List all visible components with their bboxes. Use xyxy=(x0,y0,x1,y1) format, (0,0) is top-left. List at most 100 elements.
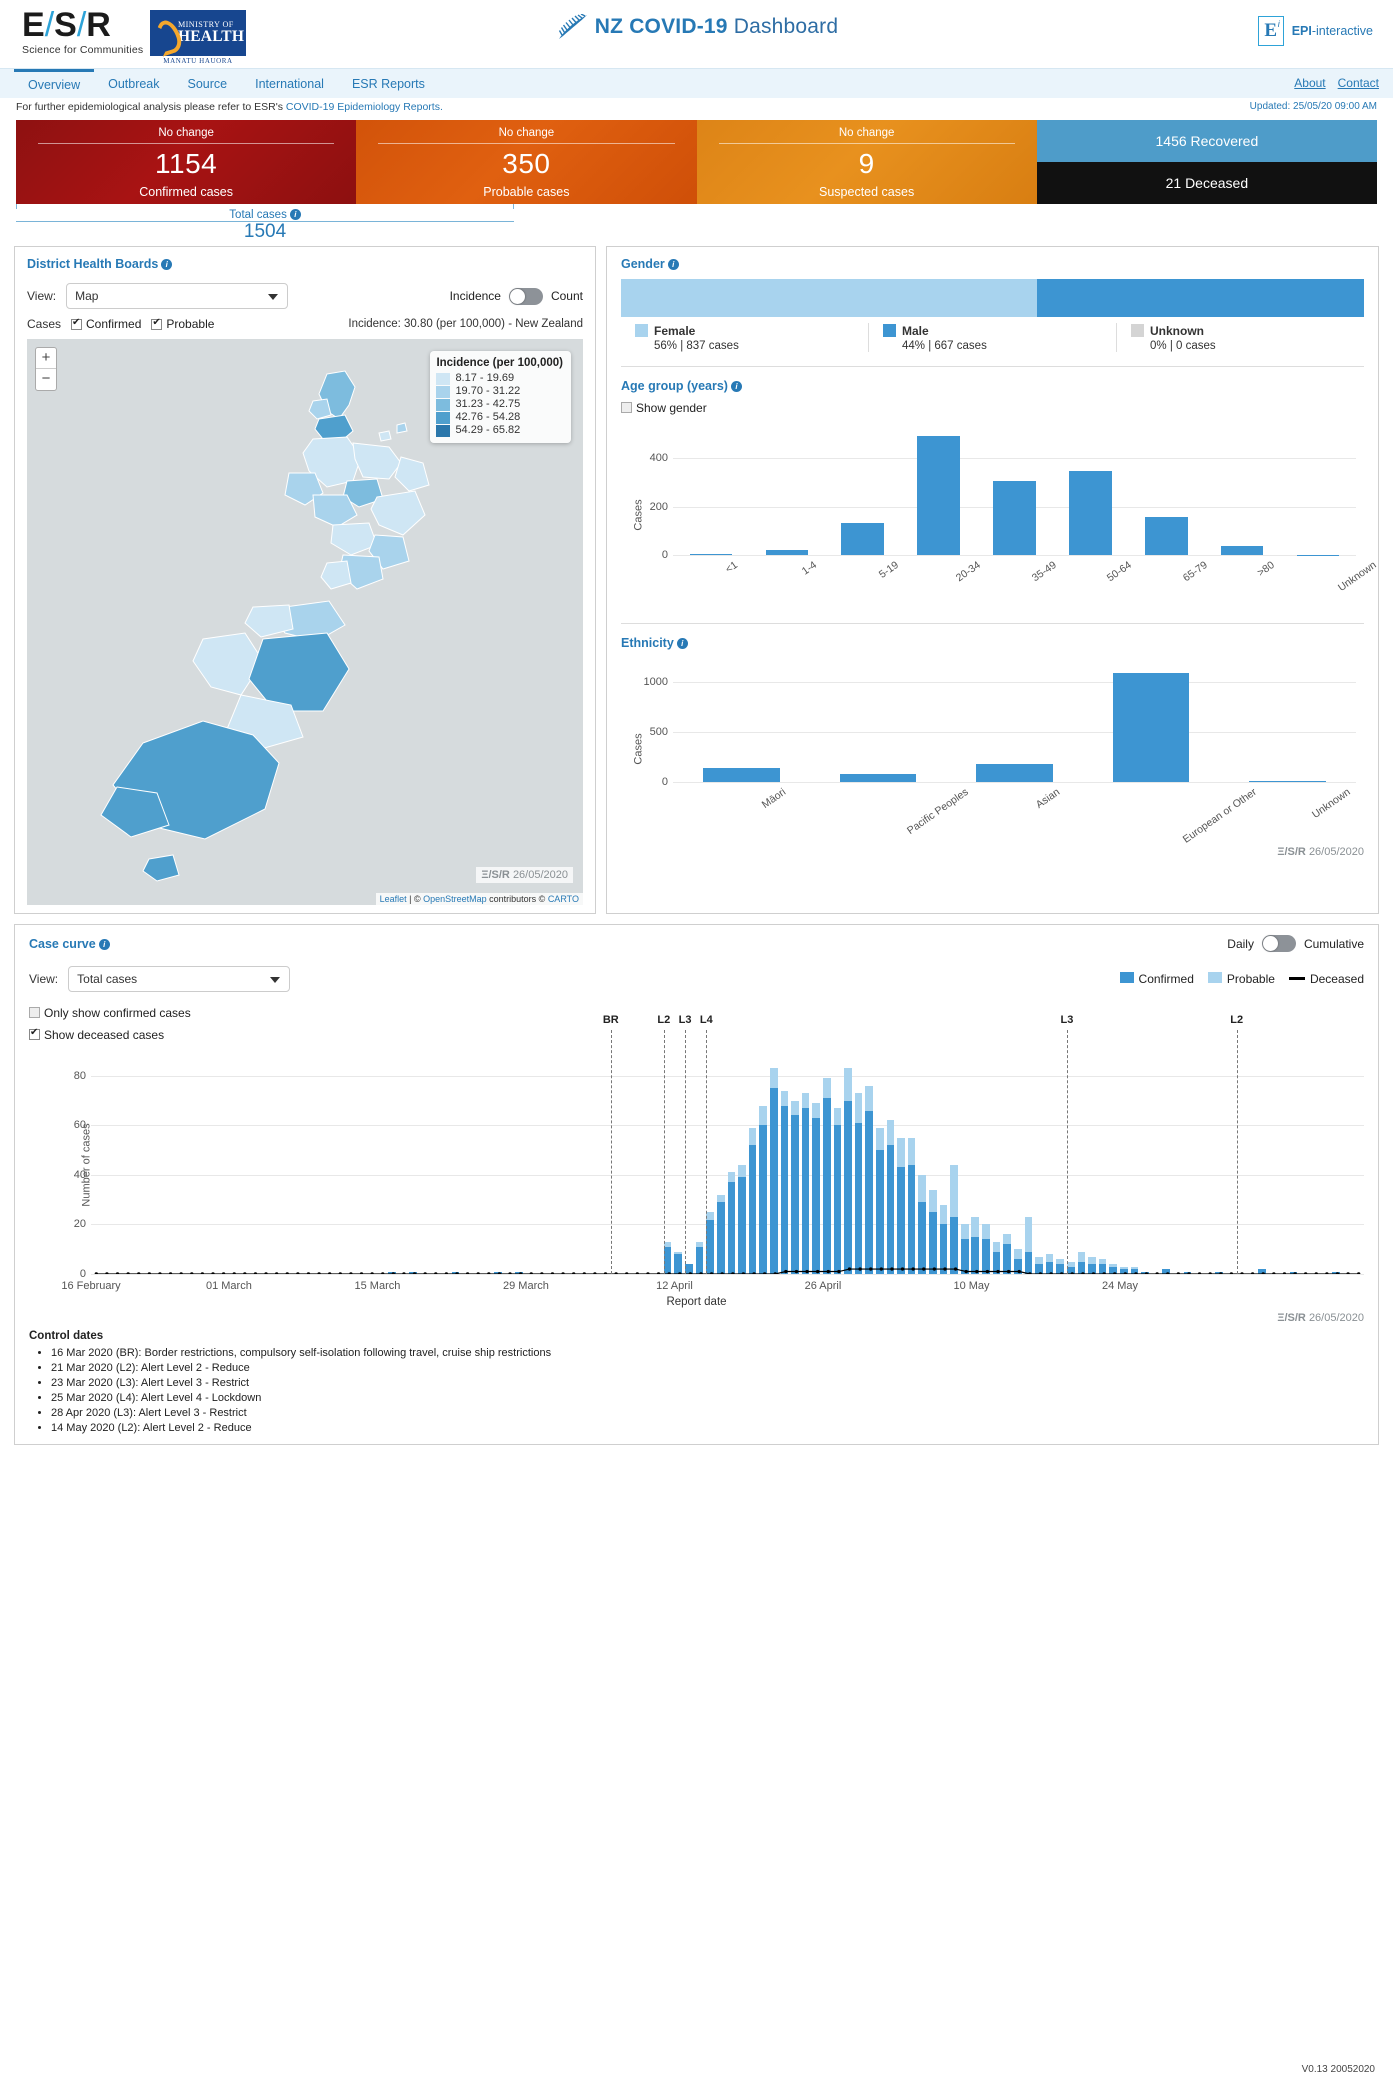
bar[interactable] xyxy=(841,522,884,555)
control-dates-title: Control dates xyxy=(29,1330,104,1342)
epi-logo-sup: i xyxy=(1277,19,1280,29)
checkbox-probable[interactable] xyxy=(151,317,163,330)
bar-confirmed[interactable] xyxy=(674,1254,683,1274)
checkbox-confirmed[interactable] xyxy=(71,317,83,330)
bar[interactable] xyxy=(917,435,960,555)
info-icon[interactable]: i xyxy=(730,381,742,392)
alert-level-line xyxy=(1066,1030,1068,1274)
gender-legend: Female 56% | 837 cases Male 44% | 667 ca… xyxy=(621,323,1364,352)
bar-confirmed[interactable] xyxy=(1045,1261,1054,1274)
bar-confirmed[interactable] xyxy=(950,1217,958,1274)
bar-confirmed[interactable] xyxy=(865,1110,874,1274)
bar-confirmed[interactable] xyxy=(1098,1264,1107,1274)
info-icon[interactable]: i xyxy=(161,259,173,270)
bar-confirmed[interactable] xyxy=(759,1125,767,1274)
legend-label-probable: Probable xyxy=(1226,972,1275,986)
bar[interactable] xyxy=(839,774,917,782)
bar[interactable] xyxy=(993,481,1036,555)
ethnicity-section-title-wrap: Ethnicity i xyxy=(621,636,1364,650)
bar-confirmed[interactable] xyxy=(695,1246,704,1274)
x-axis-tick: 26 April xyxy=(804,1280,842,1292)
bar-confirmed[interactable] xyxy=(982,1239,990,1274)
bar-confirmed[interactable] xyxy=(1056,1264,1064,1274)
gender-legend-male: Male 44% | 667 cases xyxy=(868,323,1116,352)
bar[interactable] xyxy=(976,763,1053,782)
incidence-count-switch[interactable] xyxy=(508,287,543,305)
zoom-in-button[interactable]: + xyxy=(36,348,56,369)
bar-confirmed[interactable] xyxy=(1066,1266,1075,1274)
info-icon[interactable]: i xyxy=(289,209,301,220)
bar-confirmed[interactable] xyxy=(801,1108,810,1274)
bar-confirmed[interactable] xyxy=(929,1212,937,1274)
leaflet-link[interactable]: Leaflet xyxy=(380,894,407,904)
bar-confirmed[interactable] xyxy=(663,1246,672,1274)
ethnicity-esr-stamp: Ξ/S/R 26/05/2020 xyxy=(1277,846,1364,858)
bar-confirmed[interactable] xyxy=(780,1105,789,1274)
bar-confirmed[interactable] xyxy=(844,1100,852,1274)
bar-confirmed[interactable] xyxy=(1013,1259,1022,1274)
nav-item-overview[interactable]: Overview xyxy=(14,68,95,98)
openstreetmap-link[interactable]: OpenStreetMap xyxy=(423,894,487,904)
info-icon[interactable]: i xyxy=(676,638,688,649)
gender-name-male: Male xyxy=(902,324,929,338)
list-item: 14 May 2020 (L2): Alert Level 2 - Reduce xyxy=(51,1421,1364,1436)
bar-confirmed[interactable] xyxy=(748,1145,757,1274)
control-dates-list: 16 Mar 2020 (BR): Border restrictions, c… xyxy=(29,1346,1364,1436)
bar-confirmed[interactable] xyxy=(992,1251,1001,1274)
bar-confirmed[interactable] xyxy=(1088,1264,1096,1274)
bar-confirmed[interactable] xyxy=(727,1182,736,1274)
checkbox-show-deceased[interactable] xyxy=(29,1027,40,1040)
bar[interactable] xyxy=(1145,517,1188,555)
bar-confirmed[interactable] xyxy=(897,1167,905,1274)
curve-view-select[interactable]: Total cases xyxy=(68,966,291,992)
dhb-choropleth-map[interactable]: + − Incidence (per 100,000) 8.17 - 19.69… xyxy=(27,339,583,905)
epi-reports-link[interactable]: COVID-19 Epidemiology Reports. xyxy=(286,101,443,113)
bar-confirmed[interactable] xyxy=(706,1219,714,1274)
bar-confirmed[interactable] xyxy=(716,1202,725,1274)
bar-confirmed[interactable] xyxy=(960,1239,969,1274)
chevron-down-icon xyxy=(268,294,279,300)
nav-item-esr-reports[interactable]: ESR Reports xyxy=(338,69,439,98)
bar[interactable] xyxy=(1112,673,1190,782)
info-icon[interactable]: i xyxy=(667,259,679,270)
carto-link[interactable]: CARTO xyxy=(548,894,579,904)
legend-swatch xyxy=(436,398,451,411)
bar-confirmed[interactable] xyxy=(812,1117,820,1274)
checkbox-show-gender[interactable] xyxy=(621,402,632,413)
probable-label: Probable cases xyxy=(483,185,570,199)
bar-confirmed[interactable] xyxy=(907,1165,916,1274)
contact-link[interactable]: Contact xyxy=(1338,76,1379,90)
checkbox-only-confirmed[interactable] xyxy=(29,1007,40,1018)
bar-confirmed[interactable] xyxy=(971,1236,980,1274)
nav-item-source[interactable]: Source xyxy=(174,69,242,98)
bar-confirmed[interactable] xyxy=(791,1115,799,1274)
bar-confirmed[interactable] xyxy=(738,1177,746,1274)
bar-confirmed[interactable] xyxy=(854,1122,863,1274)
bar-confirmed[interactable] xyxy=(918,1202,927,1274)
bar-confirmed[interactable] xyxy=(1035,1264,1043,1274)
bar-confirmed[interactable] xyxy=(1024,1251,1033,1274)
bar-confirmed[interactable] xyxy=(886,1145,895,1274)
dhb-view-select[interactable]: Map xyxy=(66,283,289,309)
bar-confirmed[interactable] xyxy=(1077,1261,1086,1274)
bar-confirmed[interactable] xyxy=(685,1264,693,1274)
bar-confirmed[interactable] xyxy=(833,1125,842,1274)
bar-confirmed[interactable] xyxy=(1003,1244,1011,1274)
nav-item-international[interactable]: International xyxy=(241,69,338,98)
bar-confirmed[interactable] xyxy=(939,1224,948,1274)
bar-confirmed[interactable] xyxy=(876,1150,884,1274)
bar[interactable] xyxy=(1220,545,1264,555)
info-icon[interactable]: i xyxy=(98,938,110,950)
about-link[interactable]: About xyxy=(1294,76,1325,90)
epi-logo-box: E i xyxy=(1257,16,1284,46)
bar-confirmed[interactable] xyxy=(822,1098,831,1274)
zoom-out-button[interactable]: − xyxy=(36,369,56,390)
nav-item-outbreak[interactable]: Outbreak xyxy=(94,69,173,98)
daily-cumulative-switch[interactable] xyxy=(1261,935,1296,952)
bar[interactable] xyxy=(1069,470,1112,555)
bar-confirmed[interactable] xyxy=(1109,1266,1118,1274)
bar[interactable] xyxy=(703,767,780,782)
show-deceased-row: Show deceased cases xyxy=(29,1027,1364,1042)
alert-level-line xyxy=(610,1030,612,1274)
bar-confirmed[interactable] xyxy=(769,1088,778,1274)
